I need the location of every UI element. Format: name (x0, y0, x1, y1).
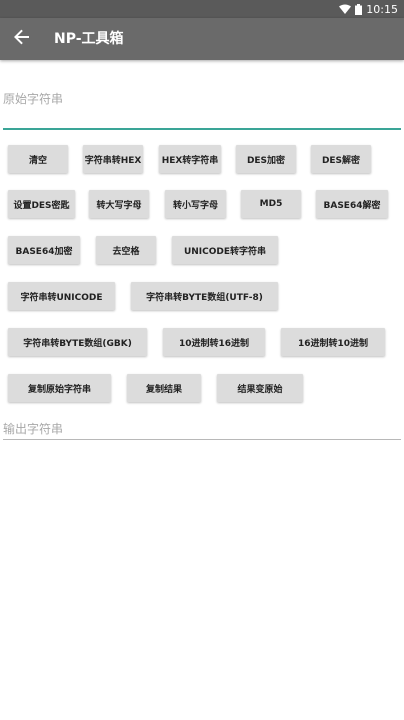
dec-to-hex-button[interactable]: 10进制转16进制 (163, 328, 265, 356)
base64-encode-button[interactable]: BASE64加密 (8, 236, 80, 264)
output-placeholder: 输出字符串 (3, 422, 64, 436)
page-title: NP-工具箱 (54, 31, 124, 47)
str-to-hex-button[interactable]: 字符串转HEX (83, 145, 143, 173)
status-icons: 10:15 (339, 0, 398, 18)
hex-to-str-button[interactable]: HEX转字符串 (159, 145, 221, 173)
to-upper-button[interactable]: 转大写字母 (89, 190, 149, 218)
des-encrypt-button[interactable]: DES加密 (236, 145, 296, 173)
status-bar: 10:15 (0, 0, 404, 18)
input-placeholder: 原始字符串 (3, 92, 64, 106)
str-to-bytes-gbk-button[interactable]: 字符串转BYTE数组(GBK) (8, 328, 147, 356)
original-string-input[interactable]: 原始字符串 (3, 80, 401, 130)
wifi-icon (339, 4, 352, 14)
unicode-to-str-button[interactable]: UNICODE转字符串 (172, 236, 278, 264)
arrow-left-icon (14, 29, 30, 49)
str-to-bytes-utf8-button[interactable]: 字符串转BYTE数组(UTF-8) (131, 282, 278, 310)
remove-spaces-button[interactable]: 去空格 (96, 236, 156, 264)
output-underline (3, 439, 401, 440)
back-button[interactable] (8, 25, 36, 53)
status-time: 10:15 (366, 2, 398, 16)
hex-to-dec-button[interactable]: 16进制转10进制 (281, 328, 385, 356)
base64-decode-button[interactable]: BASE64解密 (316, 190, 388, 218)
set-des-key-button[interactable]: 设置DES密匙 (8, 190, 75, 218)
result-to-original-button[interactable]: 结果变原始 (217, 374, 303, 402)
to-lower-button[interactable]: 转小写字母 (165, 190, 226, 218)
des-decrypt-button[interactable]: DES解密 (311, 145, 371, 173)
str-to-unicode-button[interactable]: 字符串转UNICODE (8, 282, 115, 310)
clear-button[interactable]: 清空 (8, 145, 68, 173)
output-string-field[interactable]: 输出字符串 (3, 416, 401, 440)
input-underline (3, 128, 401, 130)
battery-icon (355, 3, 363, 15)
app-bar: NP-工具箱 (0, 18, 404, 60)
md5-button[interactable]: MD5 (241, 190, 301, 218)
copy-result-button[interactable]: 复制结果 (127, 374, 201, 402)
copy-original-button[interactable]: 复制原始字符串 (8, 374, 111, 402)
